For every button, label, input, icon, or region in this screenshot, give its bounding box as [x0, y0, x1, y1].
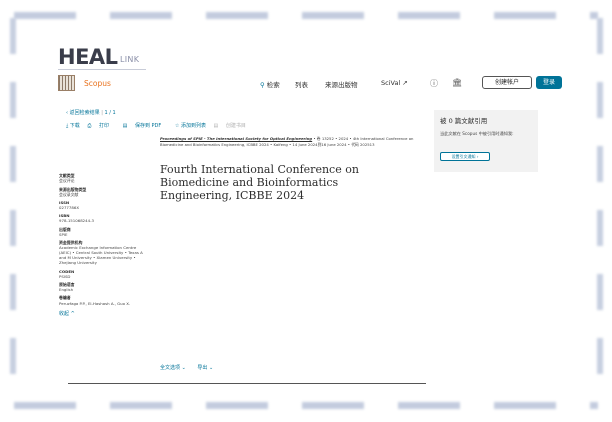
save-pdf-label: 保存到 PDF [134, 123, 162, 129]
create-bibliography-label: 创建书目 [225, 123, 246, 129]
funding-value: Academic Exchange Information Centre (AE… [59, 245, 143, 266]
print-icon: ⎙ [87, 123, 93, 129]
frame-right-edge [597, 18, 603, 398]
isbn-value: 978-151068244-3 [59, 218, 94, 224]
help-icon[interactable]: ⓘ [430, 78, 438, 89]
search-icon: ⚲ [260, 81, 265, 89]
save-pdf-button[interactable]: ▤ 保存到 PDF [123, 123, 168, 129]
publisher-value: SPIE [59, 231, 68, 237]
result-position: 1 / 1 [104, 110, 116, 116]
doc-type-value: 会议评论 [59, 178, 75, 184]
create-bibliography-button[interactable]: ▤ 创建书目 [214, 123, 252, 129]
cited-by-title: 被 0 篇文献引用 [440, 117, 488, 125]
pdf-icon: ▤ [122, 123, 129, 129]
nav-search-label: 检索 [266, 81, 280, 89]
footer-divider [68, 383, 426, 384]
footer-actions: 全文选项 ⌄ 导出 ⌄ [160, 364, 223, 371]
add-to-list-button[interactable]: ☆ 添加到列表 [175, 123, 206, 129]
metadata-sidebar: 文献类型 会议评论 来源出版物类型 会议录文献 ISSN 0277786X IS… [59, 170, 149, 317]
create-account-button[interactable]: 创建帐户 [482, 76, 532, 89]
heal-link-logo[interactable]: HEAL [58, 46, 118, 68]
frame-bottom-edge [14, 402, 598, 409]
source-type-value: 会议录文献 [59, 191, 79, 197]
scopus-logo-icon[interactable] [58, 75, 75, 91]
bibliography-icon: ▤ [213, 123, 220, 129]
collapse-link[interactable]: 收起 ^ [59, 311, 149, 317]
nav-lists[interactable]: 列表 [295, 79, 308, 89]
scopus-page: HEAL LINK Scopus ⚲ 检索 列表 来源出版物 SciVal ↗ ⓘ… [46, 38, 586, 394]
download-button[interactable]: ⤓ 下载 [66, 123, 80, 129]
source-citation: Proceedings of SPIE - The International … [160, 136, 420, 149]
cited-by-description: 当此文献在 Scopus 中被引用时通知我: [440, 131, 514, 136]
frame-top-edge [14, 12, 598, 19]
full-text-options-button[interactable]: 全文选项 ⌄ [160, 365, 186, 371]
document-toolbar: ⤓ 下载 ⎙ 打印 ▤ 保存到 PDF ☆ 添加到列表 ▤ 创建书目 [66, 122, 258, 129]
editors-value: Peruzfaga P.P., El-Hashash A., Guo X. [59, 300, 131, 306]
frame-left-edge [10, 18, 16, 398]
scopus-brand[interactable]: Scopus [84, 79, 111, 88]
nav-sources[interactable]: 来源出版物 [325, 79, 358, 89]
nav-search[interactable]: ⚲ 检索 [260, 79, 280, 89]
issn-value: 0277786X [59, 205, 79, 211]
login-button[interactable]: 登录 [536, 76, 562, 89]
institution-icon[interactable]: 🏛 [452, 78, 462, 87]
export-button[interactable]: 导出 ⌄ [197, 365, 213, 371]
set-citation-alert-button[interactable]: 设置引文通知 › [440, 152, 490, 161]
results-separator: | [101, 110, 103, 116]
print-label: 打印 [99, 123, 110, 129]
source-title-link[interactable]: Proceedings of SPIE - The International … [160, 136, 312, 141]
heal-link-logo-suffix: LINK [120, 55, 140, 64]
back-to-results-link[interactable]: ‹ 返回检索结果 [66, 110, 100, 116]
document-title: Fourth International Conference on Biome… [160, 163, 359, 202]
logo-underline [58, 69, 146, 70]
coden-value: PSISD [59, 273, 71, 279]
print-button[interactable]: ⎙ 打印 [87, 123, 115, 129]
results-navigation: ‹ 返回检索结果 | 1 / 1 [66, 109, 116, 116]
language-value: English [59, 287, 74, 293]
nav-scival[interactable]: SciVal ↗ [381, 79, 408, 87]
